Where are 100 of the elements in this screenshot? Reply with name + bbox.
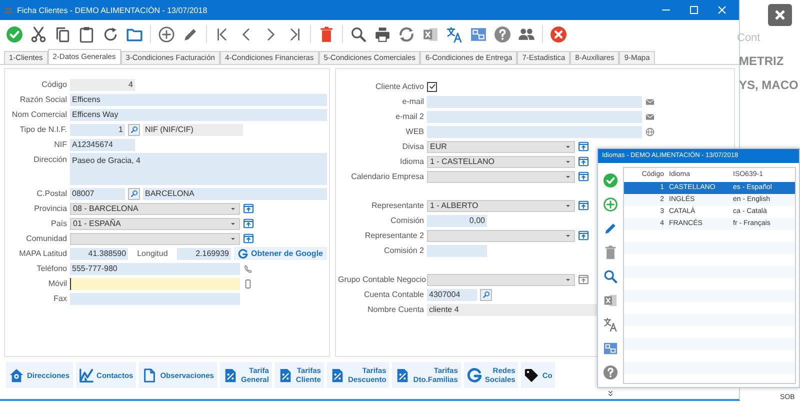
- app-icon: [4, 6, 13, 14]
- translate-icon[interactable]: [602, 317, 618, 332]
- field-label: Teléfono: [36, 264, 67, 273]
- chart-icon: [78, 368, 94, 382]
- copy-icon[interactable]: [54, 26, 71, 42]
- latitude-field[interactable]: 41.388590: [70, 248, 128, 260]
- close-icon[interactable]: [717, 5, 727, 15]
- code-field[interactable]: 4: [70, 78, 135, 90]
- text-field[interactable]: Efficens: [70, 94, 327, 106]
- field-label: NIF: [53, 140, 67, 149]
- trash-icon[interactable]: [318, 26, 335, 42]
- nif-type-field[interactable]: 1: [70, 124, 125, 136]
- field-label: Nombre Cuenta: [366, 305, 424, 314]
- country-dropdown[interactable]: 01 - ESPAÑA: [70, 218, 240, 230]
- open-window-icon[interactable]: [578, 156, 589, 167]
- agent-dropdown[interactable]: 1 - ALBERTO: [427, 200, 575, 212]
- printer-icon[interactable]: [374, 26, 391, 42]
- checkmark-icon[interactable]: [602, 173, 618, 188]
- people-icon[interactable]: [518, 26, 535, 42]
- pencil-icon[interactable]: [602, 221, 618, 236]
- google-link[interactable]: Obtener de Google: [234, 247, 327, 260]
- image-icon[interactable]: [602, 341, 618, 356]
- field-label: WEB: [404, 127, 424, 136]
- language-dropdown[interactable]: 1 - CASTELLANO: [427, 156, 575, 168]
- field-label: Tipo de N.I.F.: [18, 125, 67, 134]
- spreadsheet-icon[interactable]: [602, 293, 618, 308]
- mobile-field[interactable]: [70, 278, 240, 290]
- open-window-icon[interactable]: [243, 218, 254, 229]
- scissors-icon[interactable]: [30, 26, 47, 42]
- email-field[interactable]: [427, 96, 642, 108]
- percent-document-icon: [330, 368, 345, 382]
- window-title: Ficha Clientes - DEMO ALIMENTACIÓN - 13/07/2018: [17, 6, 208, 14]
- field-label: MAPA Latitud: [18, 249, 67, 258]
- commission-field[interactable]: [427, 244, 487, 256]
- email-field[interactable]: [427, 110, 642, 122]
- checkbox[interactable]: [427, 82, 437, 92]
- website-field[interactable]: [427, 126, 642, 138]
- clipboard-icon[interactable]: [78, 26, 95, 42]
- lookup-button[interactable]: [480, 288, 492, 300]
- plus-circle-icon[interactable]: [158, 26, 175, 42]
- spreadsheet-icon[interactable]: [422, 26, 439, 42]
- heading-text: YS, MACO: [739, 78, 800, 92]
- help-icon[interactable]: [494, 26, 511, 42]
- field-label: Idioma: [398, 157, 424, 166]
- field-label: Cliente Activo: [374, 82, 424, 91]
- field-label: e-mail: [401, 97, 424, 106]
- open-window-icon[interactable]: [578, 230, 589, 241]
- field-label: Representante: [370, 201, 424, 210]
- lookup-button[interactable]: [128, 188, 140, 200]
- close-icon[interactable]: [550, 26, 567, 42]
- translate-icon[interactable]: [446, 26, 463, 42]
- heading-text: METRIZ: [739, 54, 785, 68]
- fax-field[interactable]: [70, 292, 240, 304]
- maximize-icon[interactable]: [689, 5, 699, 15]
- field-label: Representante 2: [364, 231, 424, 240]
- search-icon[interactable]: [602, 269, 618, 284]
- open-window-icon[interactable]: [578, 200, 589, 211]
- percent-document-icon: [278, 368, 293, 382]
- commission-field[interactable]: 0,00: [427, 214, 487, 226]
- description-field: NIF (NIF/CIF): [143, 124, 243, 136]
- plus-circle-icon[interactable]: [602, 197, 618, 212]
- search-icon: [130, 189, 138, 198]
- field-label: Provincia: [33, 204, 67, 213]
- field-label: Fax: [52, 294, 67, 303]
- chevron-down-icon[interactable]: [606, 389, 614, 398]
- close-button[interactable]: [768, 4, 792, 26]
- field-label: Comisión: [390, 216, 424, 225]
- sync-icon[interactable]: [398, 26, 415, 42]
- refresh-icon[interactable]: [102, 26, 119, 42]
- phone-field[interactable]: 555-777-980: [70, 262, 240, 274]
- address-textarea[interactable]: Paseo de Gracia, 4: [70, 153, 327, 185]
- percent-document-icon: [395, 368, 410, 382]
- globe-icon: [645, 126, 655, 136]
- g-letter-icon: [238, 248, 248, 258]
- field-label: Longitud: [136, 249, 169, 258]
- text-field[interactable]: A12345674: [70, 138, 135, 150]
- open-window-icon[interactable]: [578, 141, 589, 152]
- longitude-field[interactable]: 2.169939: [177, 248, 231, 260]
- search-icon[interactable]: [350, 26, 367, 42]
- envelope-icon: [645, 96, 655, 106]
- phone-icon: [243, 264, 253, 274]
- text-field[interactable]: Efficens Way: [70, 108, 327, 120]
- open-window-icon[interactable]: [243, 233, 254, 244]
- search-icon: [482, 290, 490, 299]
- postal-code-field[interactable]: 08007: [70, 188, 125, 200]
- field-label: Móvil: [47, 279, 67, 288]
- field-label: Dirección: [32, 154, 67, 164]
- account-field[interactable]: 4307004: [427, 288, 477, 300]
- help-icon[interactable]: [602, 365, 618, 380]
- checkmark-icon[interactable]: [6, 26, 23, 42]
- lookup-button[interactable]: [128, 124, 140, 136]
- image-icon[interactable]: [470, 26, 487, 42]
- currency-dropdown[interactable]: EUR: [427, 140, 575, 152]
- open-window-icon[interactable]: [243, 203, 254, 214]
- province-dropdown[interactable]: 08 - BARCELONA: [70, 202, 240, 214]
- field-label: Nom Comercial: [10, 110, 67, 119]
- document-icon: [142, 368, 158, 382]
- open-window-icon[interactable]: [578, 274, 589, 285]
- open-window-icon[interactable]: [578, 171, 589, 182]
- trash-icon[interactable]: [602, 245, 618, 260]
